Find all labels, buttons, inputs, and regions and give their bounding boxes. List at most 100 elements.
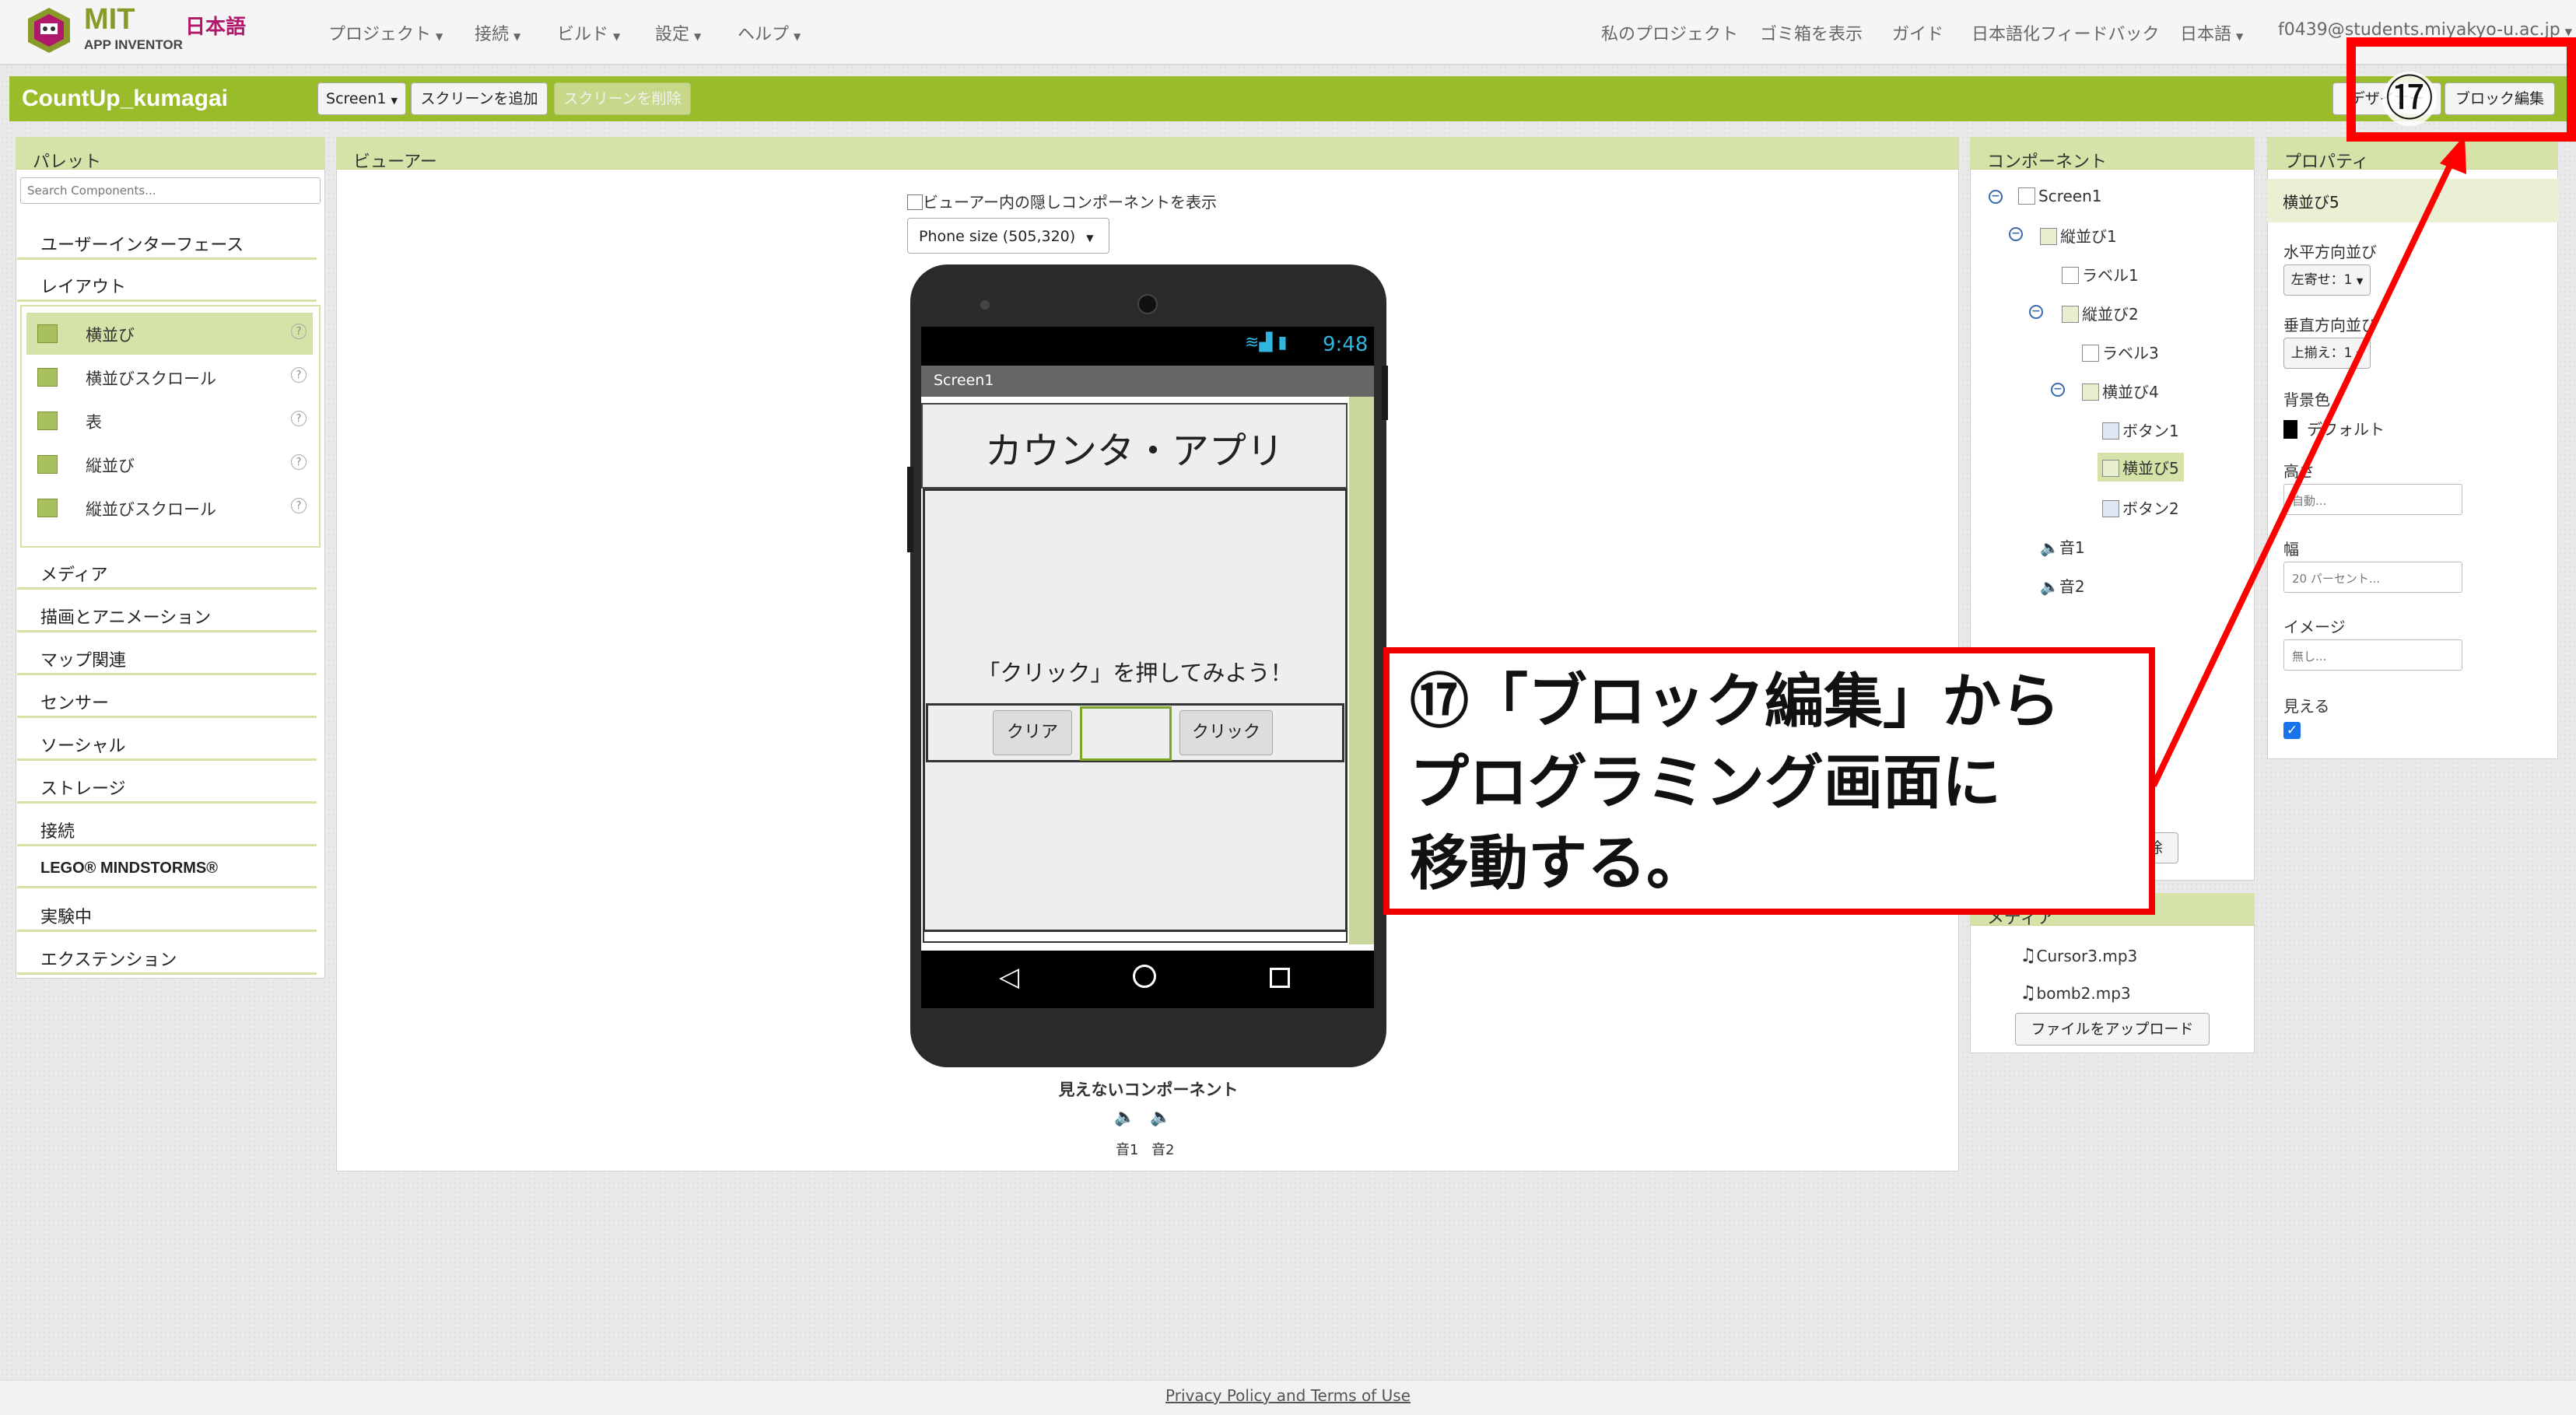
nav-menu-settings[interactable]: 設定 ▼ [655,20,701,45]
nav-my-projects[interactable]: 私のプロジェクト [1601,20,1738,45]
tree-node-sound2[interactable]: 🔈音2 [2040,574,2085,597]
palette-item-label: 縦並びスクロール [86,500,216,519]
nav-menu-build[interactable]: ビルド ▼ [557,20,620,45]
logo-app-inventor-text: APP INVENTOR [84,37,183,52]
help-icon[interactable]: ? [291,367,307,383]
phone-side-button [1382,366,1388,420]
palette-section-sensors[interactable]: センサー [17,681,317,718]
nav-guide[interactable]: ガイド [1892,20,1943,45]
callout-line: ⑰「ブロック編集」から [1410,667,2060,736]
selected-horizontal-arrangement[interactable] [1080,706,1172,761]
sound-icon: 🔈 [2040,538,2059,557]
media-file-cursor3[interactable]: ♫Cursor3.mp3 [2020,944,2137,966]
palette-item-table[interactable]: 表? [26,400,313,442]
palette-section-connectivity[interactable]: 接続 [17,809,317,846]
phone-camera [1137,294,1158,314]
palette-item-label: 横並びスクロール [86,370,216,388]
tree-node-vertical2[interactable]: 縦並び2 [2062,302,2139,324]
phone-size-select[interactable]: Phone size (505,320) ▼ [907,218,1109,254]
nav-menu-label: 設定 [655,25,690,44]
phone-side-button [907,467,913,552]
back-icon: ◁ [999,961,1020,993]
button-icon [2102,500,2119,517]
caret-down-icon: ▼ [694,31,702,42]
clear-button[interactable]: クリア [993,710,1072,755]
screen-select[interactable]: Screen1 ▼ [317,82,406,115]
status-time: 9:48 [1323,333,1369,356]
nav-menu-help[interactable]: ヘルプ ▼ [738,20,801,45]
palette-section-lego[interactable]: LEGO® MINDSTORMS® [17,851,317,888]
status-icons: ≋▟ ▮ [1245,333,1287,352]
nav-menu-project[interactable]: プロジェクト ▼ [328,20,443,45]
app-inventor-logo-icon[interactable] [22,6,76,54]
help-icon[interactable]: ? [291,454,307,470]
caret-down-icon: ▼ [513,31,521,42]
highlight-box [2346,37,2576,142]
palette-item-label: 縦並び [86,457,135,475]
palette-item-horizontal[interactable]: 横並び? [26,313,313,355]
help-icon[interactable]: ? [291,324,307,339]
click-button[interactable]: クリック [1179,710,1273,755]
horizontal-arrangement-icon [37,324,58,343]
palette-item-vertical[interactable]: 縦並び? [26,443,313,485]
callout-line: 移動する。 [1410,828,1705,898]
nav-menu-label: 接続 [475,25,510,44]
step-marker: ⑰ [2382,72,2437,126]
palette-section-media[interactable]: メディア [17,552,317,590]
nav-menu-connect[interactable]: 接続 ▼ [475,20,520,45]
palette-section-extensions[interactable]: エクステンション [17,937,317,975]
help-icon[interactable]: ? [291,411,307,426]
palette-search-input[interactable] [20,177,321,204]
privacy-policy-link[interactable]: Privacy Policy and Terms of Use [0,1386,2576,1405]
palette-item-vertical-scroll[interactable]: 縦並びスクロール? [26,487,313,529]
collapse-icon[interactable]: − [1989,190,2003,204]
help-icon[interactable]: ? [291,498,307,513]
battery-icon: ▮ [1277,333,1288,352]
status-bar [921,327,1374,366]
vertical-arrangement-icon [2040,228,2057,245]
sound-icon[interactable]: 🔈 [1150,1108,1171,1127]
nav-language[interactable]: 日本語 ▼ [2180,20,2243,45]
music-note-icon: ♫ [2020,982,2037,1003]
tree-node-sound1[interactable]: 🔈音1 [2040,535,2085,558]
nonvisible-item-label: 音2 [1151,1142,1175,1158]
sound-icon: 🔈 [2040,577,2059,596]
vertical-arrangement-icon [37,455,58,474]
collapse-icon[interactable]: − [2009,227,2023,241]
signal-icon: ▟ [1259,333,1273,352]
palette-section-layout[interactable]: レイアウト [17,264,317,302]
palette-section-maps[interactable]: マップ関連 [17,638,317,675]
phone-size-label: Phone size (505,320) [919,228,1076,245]
hidden-components-toggle[interactable]: ビューアー内の隠しコンポーネントを表示 [907,190,1217,212]
chevron-down-icon: ▼ [1086,233,1094,243]
tree-node-screen1[interactable]: Screen1 [2018,187,2101,205]
nav-feedback[interactable]: 日本語化フィードバック [1971,20,2160,45]
tree-node-label1[interactable]: ラベル1 [2062,263,2139,285]
palette-section-storage[interactable]: ストレージ [17,766,317,804]
palette-section-experimental[interactable]: 実験中 [17,895,317,932]
upload-file-button[interactable]: ファイルをアップロード [2015,1013,2210,1045]
annotation-callout-text: ⑰「ブロック編集」から プログラミング画面に 移動する。 [1410,661,2157,904]
palette-section-social[interactable]: ソーシャル [17,723,317,761]
collapse-icon[interactable]: − [2029,305,2043,319]
label-icon [2082,345,2099,362]
horizontal-arrangement-icon [2082,384,2099,401]
horizontal-arrangement-icon [2102,460,2119,477]
tree-node-label: ラベル1 [2082,266,2139,285]
add-screen-button[interactable]: スクリーンを追加 [411,82,548,115]
screen-select-label: Screen1 [326,90,387,107]
checkbox[interactable] [907,194,923,210]
palette-item-horizontal-scroll[interactable]: 横並びスクロール? [26,356,313,398]
palette-section-ui[interactable]: ユーザーインターフェース [17,222,317,260]
tree-node-label: 縦並び1 [2060,227,2117,246]
tree-node-vertical1[interactable]: 縦並び1 [2040,224,2117,247]
vertical-scroll-icon [37,499,58,517]
nav-view-trash[interactable]: ゴミ箱を表示 [1760,20,1863,45]
remove-screen-button[interactable]: スクリーンを削除 [554,82,691,115]
sound-icon[interactable]: 🔈 [1114,1108,1135,1127]
button-icon [2102,422,2119,440]
media-file-bomb2[interactable]: ♫bomb2.mp3 [2020,982,2131,1003]
palette-item-label: 表 [86,413,102,432]
palette-section-drawing[interactable]: 描画とアニメーション [17,595,317,632]
collapse-icon[interactable]: − [2051,383,2065,397]
